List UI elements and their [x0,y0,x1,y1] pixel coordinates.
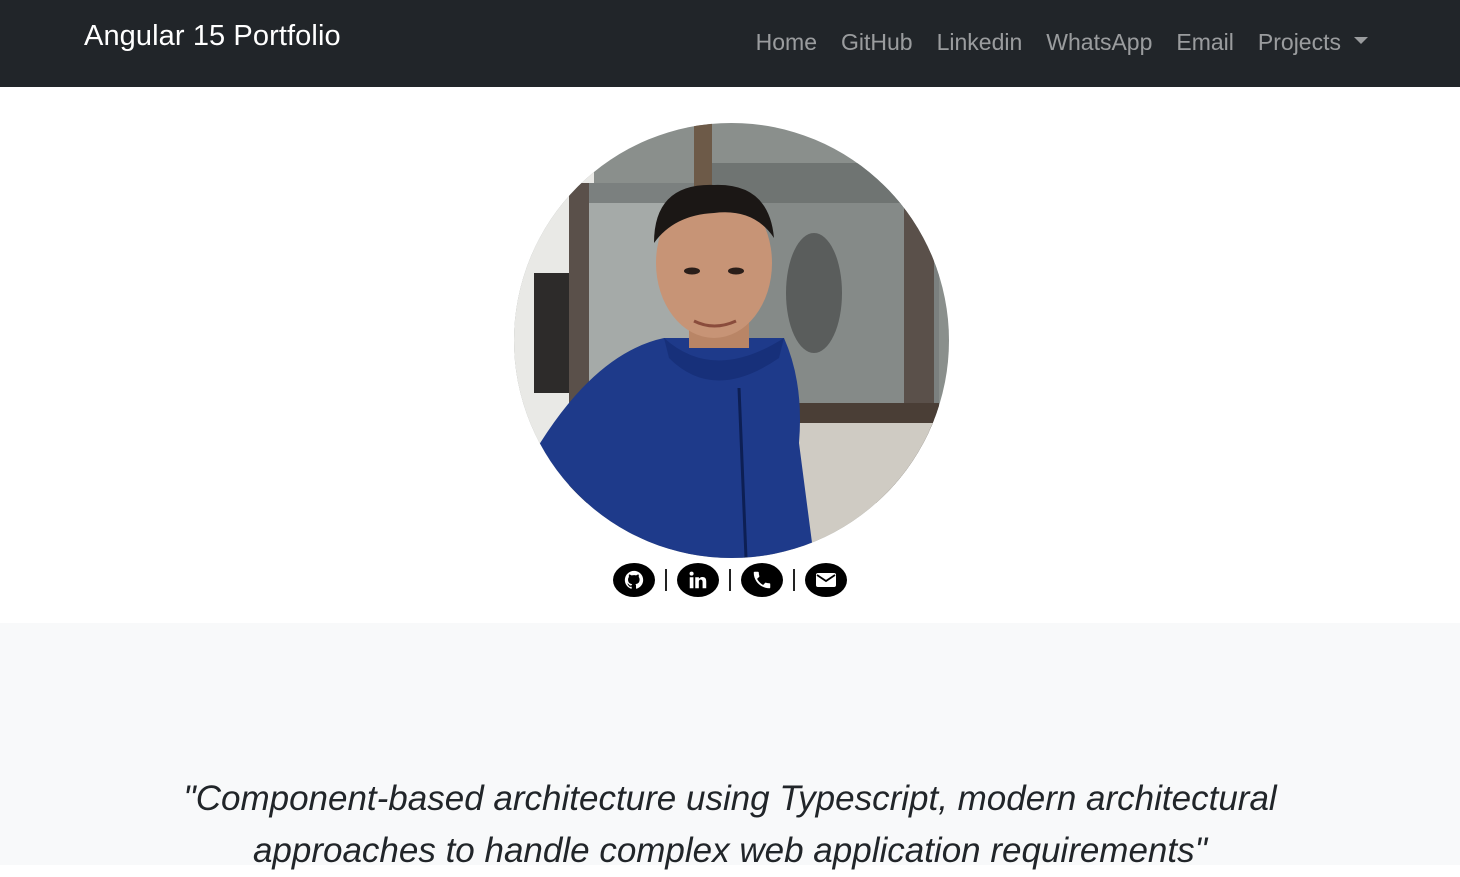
nav-link-linkedin[interactable]: Linkedin [925,29,1035,56]
chevron-down-icon [1354,37,1368,44]
nav-link-whatsapp[interactable]: WhatsApp [1034,29,1164,56]
email-button[interactable] [805,563,847,597]
hero-section [0,87,1460,623]
github-icon [624,570,644,589]
separator [793,569,795,591]
tagline-quote: "Component-based architecture using Type… [183,779,1277,870]
profile-photo-illustration [514,123,949,558]
nav-link-email[interactable]: Email [1164,29,1246,56]
navbar-brand[interactable]: Angular 15 Portfolio [84,20,341,53]
separator [729,569,731,591]
quote-section: "Component-based architecture using Type… [0,623,1460,870]
nav-dropdown-projects-label: Projects [1257,29,1341,55]
email-icon [816,573,836,587]
nav-links: Home GitHub Linkedin WhatsApp Email Proj… [744,29,1368,56]
nav-dropdown-projects[interactable]: Projects [1246,29,1368,56]
phone-button[interactable] [741,563,783,597]
navbar: Angular 15 Portfolio Home GitHub Linkedi… [0,0,1460,87]
linkedin-button[interactable] [677,563,719,597]
profile-photo [514,123,949,558]
separator [665,569,667,591]
nav-link-github[interactable]: GitHub [829,29,925,56]
github-button[interactable] [613,563,655,597]
social-links [0,563,1460,597]
phone-icon [753,571,771,589]
nav-link-home[interactable]: Home [744,29,829,56]
linkedin-icon [689,571,707,589]
